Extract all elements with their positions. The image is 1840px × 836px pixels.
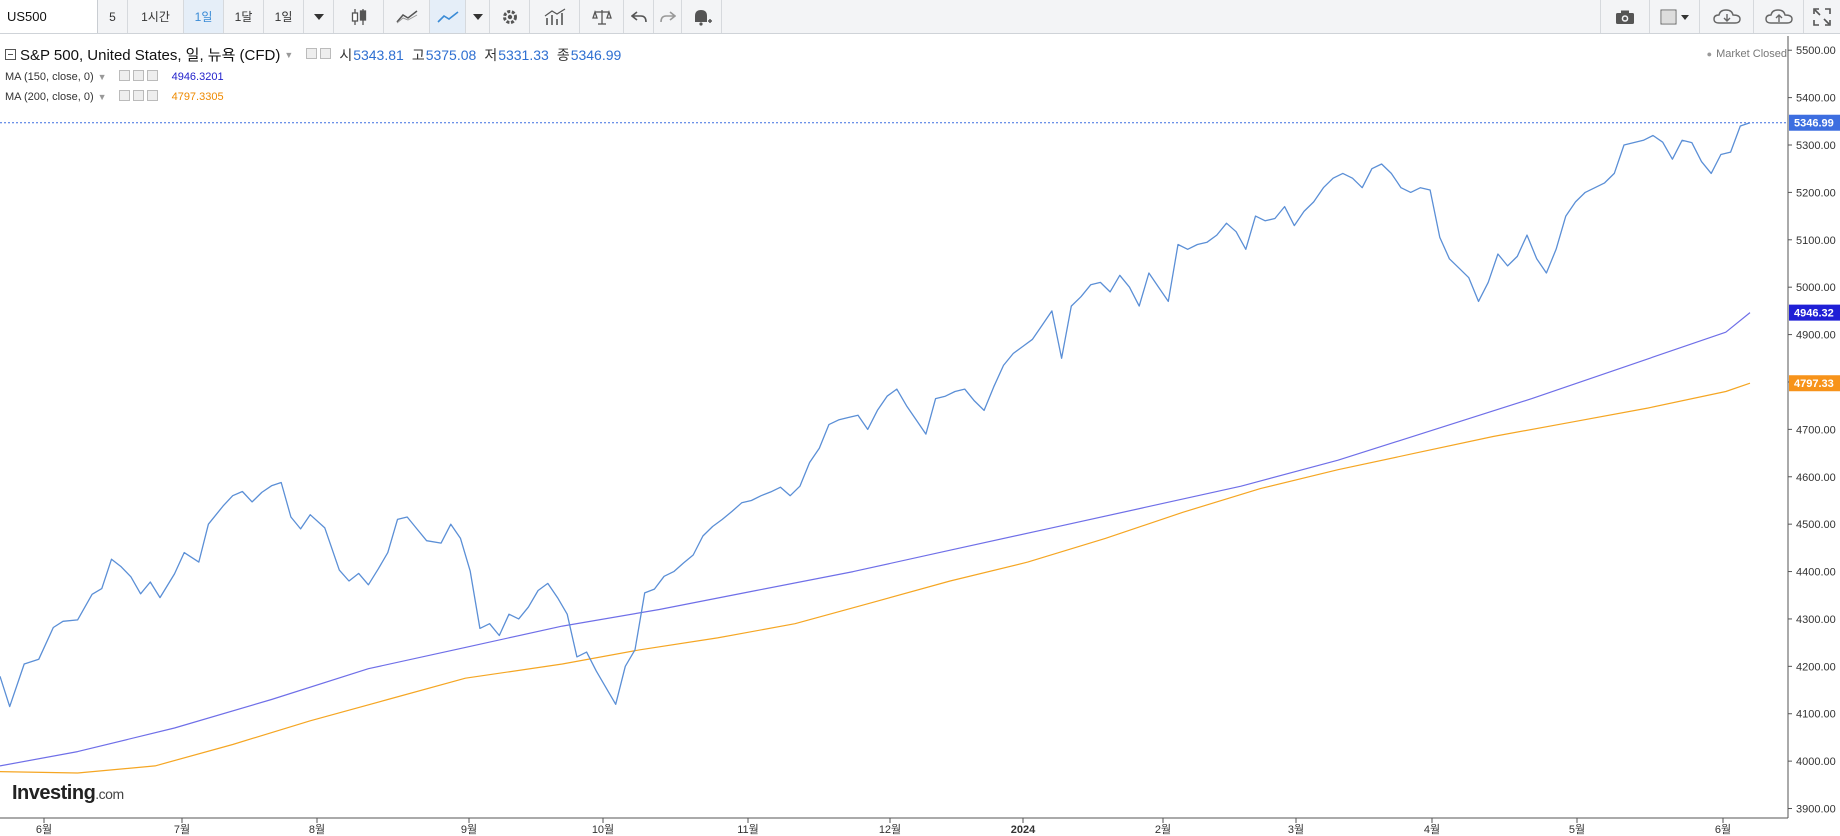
close-icon[interactable] (146, 70, 158, 81)
y-tick-label: 5200.00 (1796, 187, 1836, 199)
collapse-legend-icon[interactable] (5, 49, 16, 60)
low-label: 저 (484, 46, 498, 63)
x-tick-label: 3월 (1288, 823, 1304, 836)
ma200-label[interactable]: MA (200, close, 0) (5, 91, 94, 103)
open-label: 시 (339, 46, 353, 63)
y-tick-label: 5500.00 (1796, 45, 1836, 57)
price-chart[interactable]: 3900.00 4000.00 4100.00 4200.00 4300.00 4400.… (0, 0, 1840, 836)
close-label: 종 (556, 46, 570, 63)
visibility-icon[interactable] (118, 90, 130, 101)
x-tick-label: 12월 (879, 823, 901, 836)
y-tick-label: 4200.00 (1796, 661, 1836, 673)
price-tag-label: 5346.99 (1794, 118, 1834, 130)
y-tick-label: 4300.00 (1796, 614, 1836, 626)
x-tick-label: 7월 (174, 823, 190, 836)
x-tick-label: 5월 (1569, 823, 1585, 836)
y-tick-label: 4600.00 (1796, 472, 1836, 484)
x-tick-label: 2024 (1011, 824, 1036, 836)
price-tag-label: 4946.32 (1794, 308, 1834, 320)
y-tick-label: 5000.00 (1796, 282, 1836, 294)
x-tick-label: 9월 (461, 823, 477, 836)
caret-down-icon[interactable]: ▼ (98, 92, 107, 102)
x-tick-label: 11월 (737, 823, 759, 836)
caret-down-icon[interactable]: ▼ (284, 50, 293, 60)
close-value: 5346.99 (570, 46, 622, 63)
low-value: 5331.33 (498, 46, 549, 63)
x-tick-label: 6월 (1715, 823, 1731, 836)
x-tick-label: 4월 (1424, 823, 1440, 836)
close-icon[interactable] (146, 90, 158, 101)
settings-small-icon[interactable] (320, 48, 332, 59)
open-value: 5343.81 (353, 46, 404, 63)
ma150-label[interactable]: MA (150, close, 0) (5, 71, 94, 83)
y-tick-label: 3900.00 (1796, 804, 1836, 816)
y-tick-label: 5300.00 (1796, 140, 1836, 152)
y-tick-label: 5100.00 (1796, 235, 1836, 247)
market-status: Market Closed (1707, 48, 1787, 60)
x-tick-label: 8월 (309, 823, 325, 836)
caret-down-icon[interactable]: ▼ (98, 72, 107, 82)
price-tag-label: 4797.33 (1794, 378, 1834, 390)
y-tick-label: 4700.00 (1796, 424, 1836, 436)
title-controls (303, 46, 332, 63)
x-tick-label: 2월 (1155, 823, 1171, 836)
high-value: 5375.08 (425, 46, 477, 63)
investing-logo: Investing.com (12, 782, 124, 805)
y-tick-label: 5400.00 (1796, 93, 1836, 105)
x-tick-label: 10월 (592, 823, 614, 836)
settings-small-icon[interactable] (132, 90, 144, 101)
y-tick-label: 4100.00 (1796, 709, 1836, 721)
x-tick-label: 6월 (36, 823, 52, 836)
visibility-icon[interactable] (306, 48, 318, 59)
logo-name: Investing (12, 782, 96, 804)
y-tick-label: 4900.00 (1796, 330, 1836, 342)
instrument-title[interactable]: S&P 500, United States, 일, 뉴욕 (CFD) (20, 44, 280, 65)
settings-small-icon[interactable] (132, 70, 144, 81)
ma150-value: 4946.3201 (171, 70, 224, 83)
logo-suffix: .com (95, 786, 124, 802)
ma200-value: 4797.3305 (171, 90, 224, 103)
high-label: 고 (411, 46, 425, 63)
visibility-icon[interactable] (118, 70, 130, 81)
y-tick-label: 4400.00 (1796, 567, 1836, 579)
y-tick-label: 4500.00 (1796, 519, 1836, 531)
y-tick-label: 4000.00 (1796, 756, 1836, 768)
